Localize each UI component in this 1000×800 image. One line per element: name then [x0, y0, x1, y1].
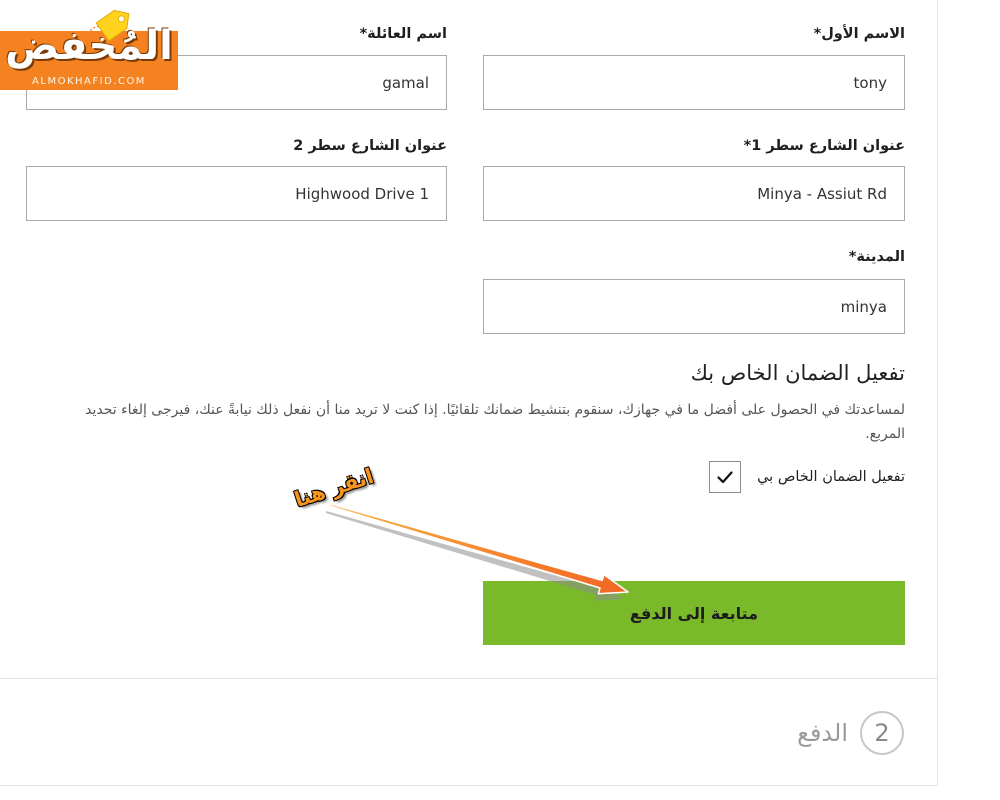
check-icon — [717, 471, 733, 484]
city-field[interactable] — [483, 279, 905, 334]
warranty-heading: تفعيل الضمان الخاص بك — [690, 361, 905, 385]
continue-to-payment-button[interactable]: متابعة إلى الدفع — [483, 581, 905, 645]
section-divider — [0, 678, 937, 679]
street-line-2-label: عنوان الشارع سطر 2 — [293, 138, 447, 154]
city-input[interactable] — [484, 280, 904, 333]
first-name-label: الاسم الأول* — [813, 26, 905, 42]
warranty-checkbox-row[interactable]: تفعيل الضمان الخاص بي — [560, 461, 905, 493]
street-line-2-input[interactable] — [27, 167, 446, 220]
logo-wordmark: المُخفض — [5, 23, 173, 69]
logo-domain: ALMOKHAFID.COM — [32, 76, 146, 87]
city-label: المدينة* — [848, 249, 905, 265]
first-name-field[interactable] — [483, 55, 905, 110]
warranty-checkbox[interactable] — [709, 461, 742, 493]
street-line-1-label: عنوان الشارع سطر 1* — [743, 138, 905, 154]
last-name-label: اسم العائلة* — [359, 26, 447, 42]
step-number-badge: 2 — [860, 711, 904, 755]
warranty-description: لمساعدتك في الحصول على أفضل ما في جهازك،… — [85, 402, 905, 442]
street-line-1-field[interactable] — [483, 166, 905, 221]
warranty-checkbox-label[interactable]: تفعيل الضمان الخاص بي — [757, 469, 905, 485]
payment-step-title: الدفع — [797, 719, 848, 747]
shipping-details-panel: الاسم الأول* اسم العائلة* عنوان الشارع س… — [0, 0, 938, 786]
street-line-2-field[interactable] — [26, 166, 447, 221]
checkout-page: الاسم الأول* اسم العائلة* عنوان الشارع س… — [0, 0, 1000, 800]
street-line-1-input[interactable] — [484, 167, 904, 220]
site-logo: المُخفض ALMOKHAFID.COM — [0, 0, 180, 92]
first-name-input[interactable] — [484, 56, 904, 109]
